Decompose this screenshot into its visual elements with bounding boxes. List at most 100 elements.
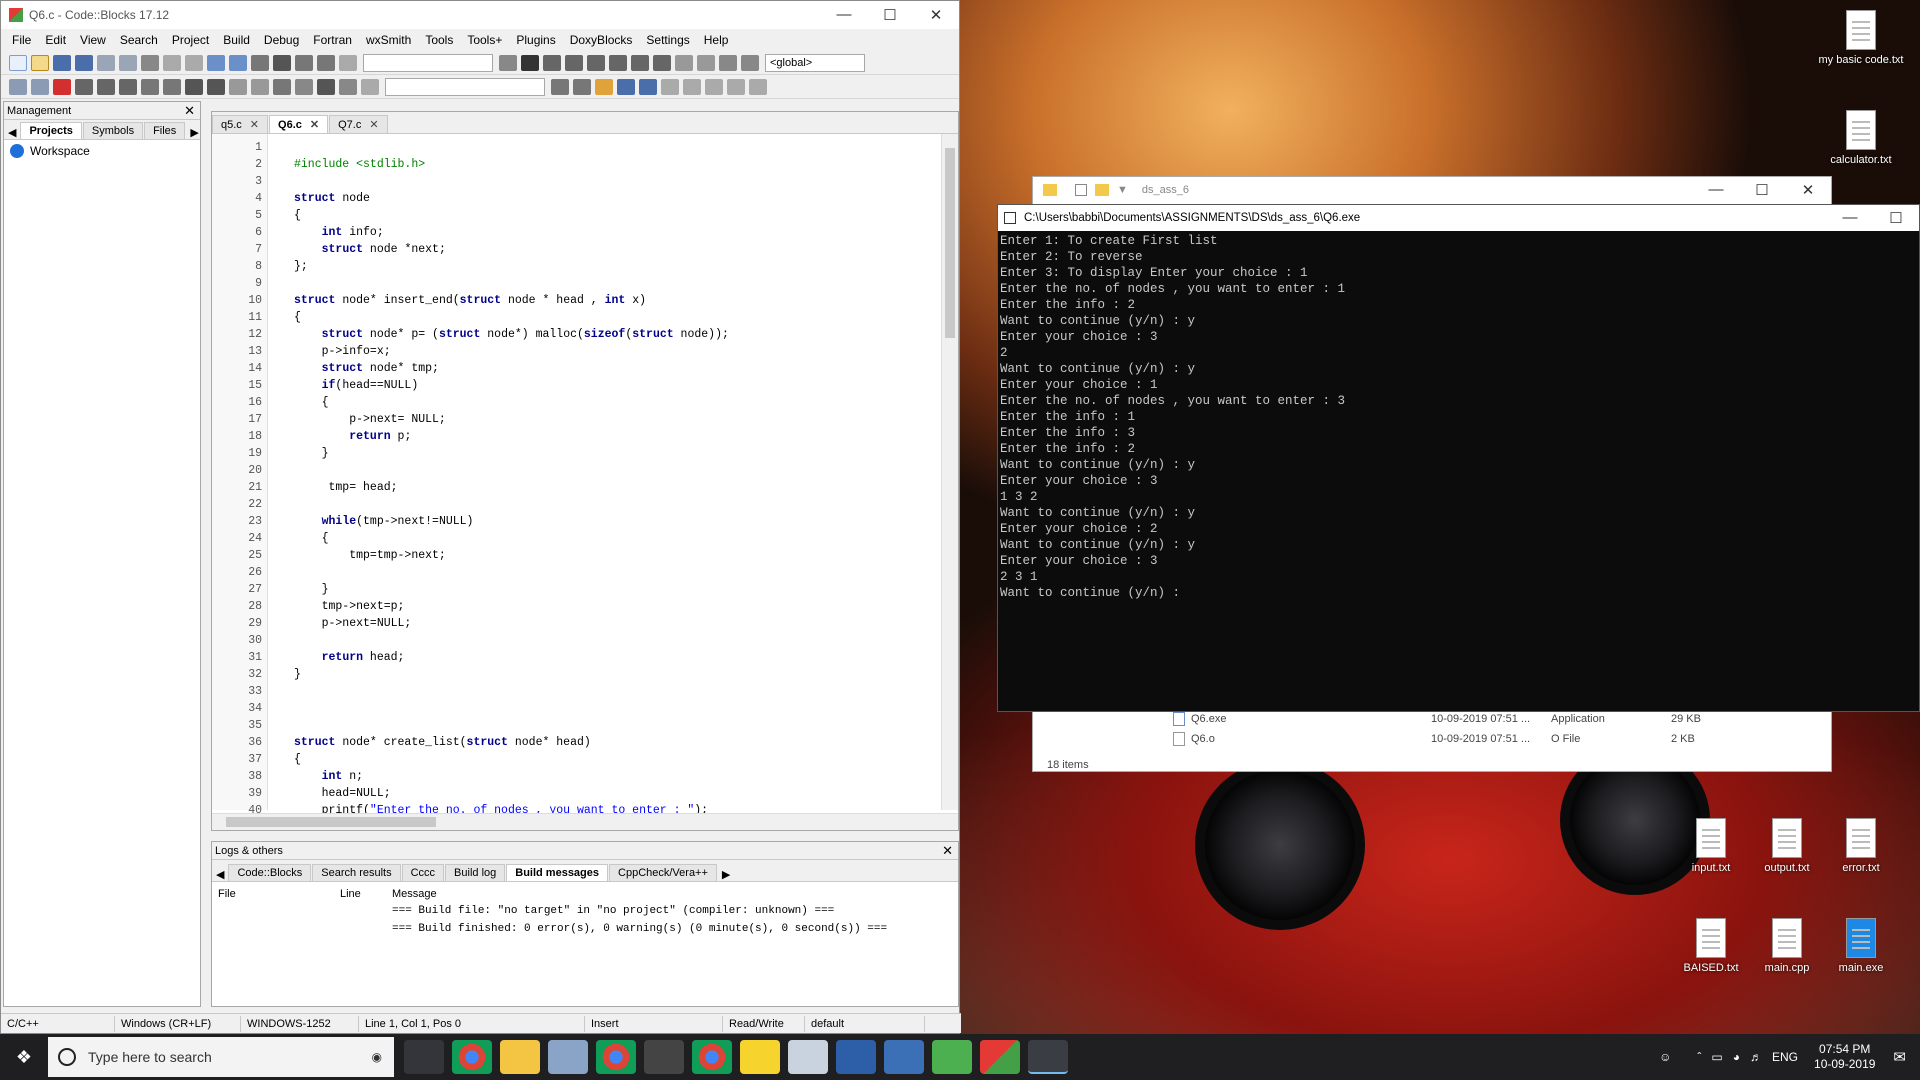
chrome-profile-icon[interactable]: [596, 1040, 636, 1074]
wifi-icon[interactable]: ◕: [1733, 1050, 1740, 1064]
code-line[interactable]: 14 struct node* tmp;: [212, 360, 942, 377]
menu-view[interactable]: View: [73, 33, 113, 47]
file-explorer-icon[interactable]: [500, 1040, 540, 1074]
tab-scroll-right-icon[interactable]: ▶: [718, 868, 734, 881]
code-line[interactable]: 7 struct node *next;: [212, 241, 942, 258]
powershell-icon[interactable]: [836, 1040, 876, 1074]
unindent-icon[interactable]: [163, 78, 181, 95]
save-all-icon[interactable]: [75, 54, 93, 71]
code-line[interactable]: 25 tmp=tmp->next;: [212, 547, 942, 564]
windows-start-icon[interactable]: ❖: [0, 1047, 48, 1068]
image-tool-icon[interactable]: [727, 78, 745, 95]
code-line[interactable]: 16 {: [212, 394, 942, 411]
microphone-icon[interactable]: ◉: [372, 1050, 382, 1064]
code-line[interactable]: 11 {: [212, 309, 942, 326]
new-folder-icon[interactable]: [1095, 184, 1109, 196]
code-line[interactable]: 39 head=NULL;: [212, 785, 942, 802]
step-instruction-icon[interactable]: [653, 54, 671, 71]
minimize-button[interactable]: —: [1827, 209, 1873, 227]
desktop-icon[interactable]: main.exe: [1816, 918, 1906, 974]
tab-q7c[interactable]: Q7.c ✕: [329, 115, 388, 133]
code-line[interactable]: 28 tmp->next=p;: [212, 598, 942, 615]
code-line[interactable]: 29 p->next=NULL;: [212, 615, 942, 632]
app-icon[interactable]: [884, 1040, 924, 1074]
code-line[interactable]: 21 tmp= head;: [212, 479, 942, 496]
run-to-cursor-icon[interactable]: [543, 54, 561, 71]
next-bookmark-icon[interactable]: [97, 78, 115, 95]
code-line[interactable]: 37 {: [212, 751, 942, 768]
code-line[interactable]: 18 return p;: [212, 428, 942, 445]
menu-project[interactable]: Project: [165, 33, 216, 47]
undo-icon[interactable]: [97, 54, 115, 71]
code-line[interactable]: 32}: [212, 666, 942, 683]
console-taskbar-icon[interactable]: [1028, 1040, 1068, 1074]
code-line[interactable]: 38 int n;: [212, 768, 942, 785]
code-line[interactable]: 22: [212, 496, 942, 513]
uncomment-icon[interactable]: [207, 78, 225, 95]
code-completion-icon[interactable]: [273, 78, 291, 95]
menu-debug[interactable]: Debug: [257, 33, 306, 47]
desktop-icon[interactable]: my basic code.txt: [1816, 10, 1906, 66]
code-line[interactable]: 3: [212, 173, 942, 190]
taskbar-search-box[interactable]: Type here to search ◉: [48, 1037, 394, 1077]
code-line[interactable]: 2 #include <stdlib.h>: [212, 156, 942, 173]
clock[interactable]: 07:54 PM 10-09-2019: [1814, 1042, 1875, 1072]
scope-combo[interactable]: <global>: [765, 53, 865, 72]
code-line[interactable]: 9: [212, 275, 942, 292]
app-icon[interactable]: [548, 1040, 588, 1074]
tab-symbols[interactable]: Symbols: [82, 122, 144, 139]
regex-icon[interactable]: [639, 78, 657, 95]
tab-projects[interactable]: Projects: [20, 122, 82, 139]
bookmark-icon[interactable]: [53, 78, 71, 95]
menu-settings[interactable]: Settings: [639, 33, 696, 47]
build-target-combo[interactable]: [363, 53, 493, 72]
close-button[interactable]: ✕: [1785, 181, 1831, 199]
close-tab-icon[interactable]: ✕: [369, 118, 378, 131]
notepad-icon[interactable]: [788, 1040, 828, 1074]
people-icon[interactable]: ☺: [1659, 1050, 1671, 1064]
tab-q5c[interactable]: q5.c ✕: [212, 115, 269, 133]
code-line[interactable]: 1: [212, 139, 942, 156]
copy-icon[interactable]: [163, 54, 181, 71]
rebuild-icon[interactable]: [317, 54, 335, 71]
code-line[interactable]: 17 p->next= NULL;: [212, 411, 942, 428]
jump-home-icon[interactable]: [317, 78, 335, 95]
code-line[interactable]: 27 }: [212, 581, 942, 598]
run-icon[interactable]: [273, 54, 291, 71]
menu-wxsmith[interactable]: wxSmith: [359, 33, 418, 47]
code-line[interactable]: 23 while(tmp->next!=NULL): [212, 513, 942, 530]
menu-tools[interactable]: Tools: [418, 33, 460, 47]
comment-icon[interactable]: [185, 78, 203, 95]
maximize-button[interactable]: ☐: [1739, 181, 1785, 199]
file-row[interactable]: Q6.o 10-09-2019 07:51 ... O File 2 KB: [1033, 729, 1831, 749]
various-info-icon[interactable]: [741, 54, 759, 71]
find-prev-icon[interactable]: [551, 78, 569, 95]
replace-icon[interactable]: [229, 54, 247, 71]
menu-doxyblocks[interactable]: DoxyBlocks: [563, 33, 640, 47]
maximize-button[interactable]: ☐: [867, 6, 913, 24]
step-out-icon[interactable]: [609, 54, 627, 71]
debug-start-icon[interactable]: [521, 54, 539, 71]
code-line[interactable]: 24 {: [212, 530, 942, 547]
menu-file[interactable]: File: [5, 33, 38, 47]
chrome-icon[interactable]: [452, 1040, 492, 1074]
tab-build-log[interactable]: Build log: [445, 864, 506, 881]
next-instruction-icon[interactable]: [631, 54, 649, 71]
code-line[interactable]: 31 return head;: [212, 649, 942, 666]
minimize-button[interactable]: —: [821, 6, 867, 24]
code-line[interactable]: 10 struct node* insert_end(struct node * …: [212, 292, 942, 309]
code-line[interactable]: 6 int info;: [212, 224, 942, 241]
highlight-icon[interactable]: [595, 78, 613, 95]
codeblocks-taskbar-icon[interactable]: [980, 1040, 1020, 1074]
build-run-icon[interactable]: [295, 54, 313, 71]
properties-icon[interactable]: [1075, 184, 1087, 196]
show-target-icon[interactable]: [499, 54, 517, 71]
debug-windows-icon[interactable]: [719, 54, 737, 71]
chrome-profile-icon[interactable]: [692, 1040, 732, 1074]
redo-icon[interactable]: [119, 54, 137, 71]
search-combo[interactable]: [385, 77, 545, 96]
code-line[interactable]: 5{: [212, 207, 942, 224]
horizontal-scrollbar[interactable]: [212, 813, 958, 830]
notification-icon[interactable]: ✉: [1893, 1048, 1906, 1066]
tab-codeblocks-log[interactable]: Code::Blocks: [228, 864, 312, 881]
